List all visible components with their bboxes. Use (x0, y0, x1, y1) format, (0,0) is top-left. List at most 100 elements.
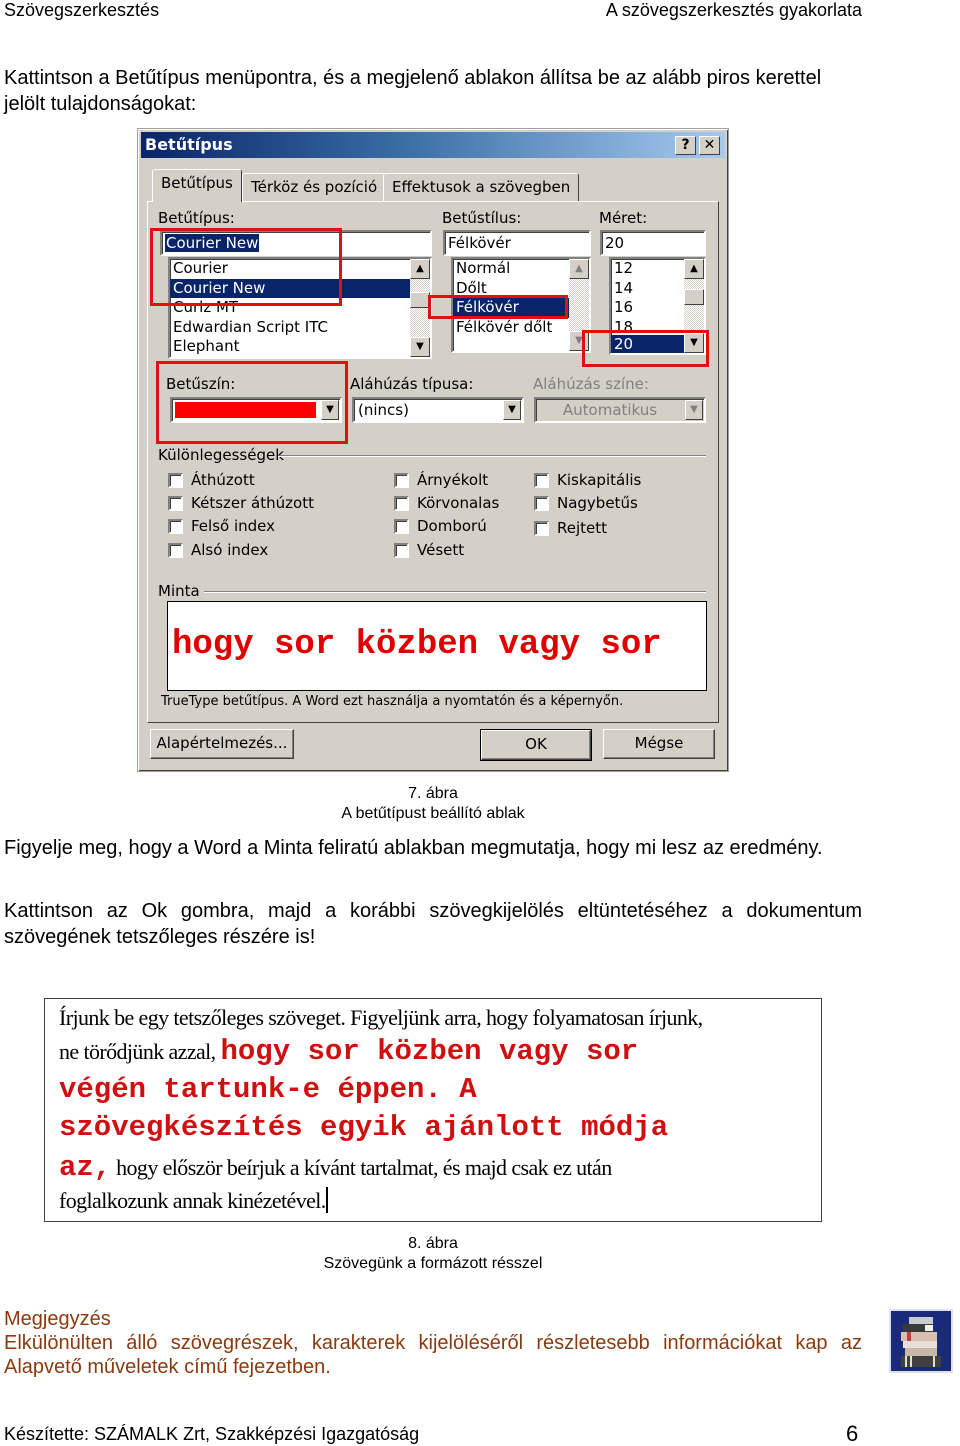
font-option[interactable]: Edwardian Script ITC (170, 318, 430, 338)
scroll-up-icon[interactable]: ▲ (569, 259, 589, 279)
checkbox-box[interactable] (534, 495, 549, 511)
checkbox-box[interactable] (168, 542, 183, 558)
preview-label: Minta (158, 582, 200, 600)
paragraph-preview: Figyelje meg, hogy a Word a Minta felira… (4, 837, 823, 859)
help-button[interactable]: ? (675, 136, 696, 155)
preview-text: hogy sor közben vagy sor (172, 626, 662, 664)
ok-button[interactable]: OK (480, 729, 592, 761)
checkbox-hidden[interactable]: Rejtett (534, 519, 607, 537)
underline-color-value: Automatikus (562, 401, 658, 419)
scroll-up-icon[interactable]: ▲ (684, 259, 704, 279)
underline-type-value: (nincs) (358, 401, 409, 419)
figure8-number: 8. ábra (408, 1235, 458, 1252)
checkbox-box[interactable] (534, 520, 549, 536)
checkbox-box[interactable] (394, 495, 409, 511)
font-input[interactable]: Courier New (160, 230, 432, 256)
dialog-titlebar: Betűtípus ? ✕ (141, 132, 725, 158)
underline-type-label: Aláhúzás típusa: (350, 375, 474, 393)
formatted-text: végén tartunk-e éppen. A (59, 1073, 477, 1106)
style-label: Betűstílus: (442, 209, 522, 227)
font-scrollbar[interactable]: ▲ ▼ (410, 259, 430, 357)
preview-note: TrueType betűtípus. A Word ezt használja… (161, 694, 624, 709)
note-title: Megjegyzés (4, 1308, 111, 1330)
footer-author: Készítette: SZÁMALK Zrt, Szakképzési Iga… (4, 1424, 420, 1444)
books-icon (889, 1309, 953, 1373)
checkbox-superscript[interactable]: Felső index (168, 517, 275, 535)
scroll-down-icon[interactable]: ▼ (410, 337, 430, 357)
chevron-down-icon[interactable]: ▼ (503, 400, 521, 420)
checkbox-double-strikethrough[interactable]: Kétszer áthúzott (168, 494, 314, 512)
header-section: A szövegszerkesztés gyakorlata (605, 0, 862, 20)
checkbox-box[interactable] (394, 542, 409, 558)
document-sample: Írjunk be egy tetszőleges szöveget. Figy… (44, 998, 822, 1222)
close-icon: ✕ (703, 137, 716, 153)
checkbox-outline[interactable]: Körvonalas (394, 494, 499, 512)
underline-type-select[interactable]: (nincs) ▼ (352, 397, 524, 423)
color-swatch (175, 402, 316, 418)
scroll-down-icon[interactable]: ▼ (569, 331, 589, 351)
doc-line: ne törődjünk azzal, hogy sor közben vagy… (59, 1035, 639, 1068)
cancel-button[interactable]: Mégse (603, 729, 715, 759)
checkbox-box[interactable] (394, 518, 409, 534)
checkbox-box[interactable] (394, 472, 409, 488)
checkbox-box[interactable] (534, 472, 549, 488)
size-input[interactable]: 20 (600, 230, 706, 256)
font-option[interactable]: Curlz MT (170, 298, 430, 318)
underline-color-select: Automatikus ▼ (534, 397, 706, 423)
close-button[interactable]: ✕ (699, 136, 720, 155)
size-scrollbar[interactable]: ▲ ▼ (684, 259, 704, 353)
chevron-down-icon[interactable]: ▼ (321, 400, 339, 420)
doc-line: az, hogy először beírjuk a kívánt tartal… (59, 1151, 612, 1184)
checkbox-emboss[interactable]: Domború (394, 517, 487, 535)
underline-color-label: Aláhúzás színe: (533, 375, 649, 393)
scroll-thumb[interactable] (684, 289, 704, 305)
checkbox-strikethrough[interactable]: Áthúzott (168, 471, 255, 489)
formatted-text: hogy sor közben vagy sor (220, 1035, 639, 1068)
group-divider (204, 591, 706, 593)
dialog-title: Betűtípus (145, 135, 233, 154)
scroll-thumb[interactable] (410, 292, 430, 308)
style-option-selected[interactable]: Félkövér (453, 298, 569, 318)
font-option-selected[interactable]: Courier New (170, 278, 430, 298)
font-option[interactable]: Elephant (170, 337, 430, 357)
style-input[interactable]: Félkövér (443, 230, 591, 256)
checkbox-engrave[interactable]: Vésett (394, 541, 464, 559)
effects-group-label: Különlegességek (158, 446, 284, 464)
size-list[interactable]: 12 14 16 18 20 ▲ ▼ (609, 257, 706, 355)
scroll-down-icon[interactable]: ▼ (684, 333, 704, 353)
paragraph-ok: Kattintson az Ok gombra, majd a korábbi … (4, 900, 862, 948)
checkbox-box[interactable] (168, 495, 183, 511)
preview-box: hogy sor közben vagy sor (167, 601, 707, 691)
tab-font[interactable]: Betűtípus (152, 169, 242, 202)
checkbox-small-caps[interactable]: Kiskapitális (534, 471, 641, 489)
style-list[interactable]: Normál Dőlt Félkövér Félkövér dőlt ▲ ▼ (451, 257, 591, 353)
page-number: 6 (846, 1421, 859, 1446)
tab-effects[interactable]: Effektusok a szövegben (383, 173, 580, 201)
header-chapter: Szövegszerkesztés (4, 0, 160, 20)
intro-paragraph: Kattintson a Betűtípus menüpontra, és a … (4, 67, 822, 115)
tab-spacing[interactable]: Térköz és pozíció (242, 173, 387, 201)
style-scrollbar[interactable]: ▲ ▼ (569, 259, 589, 351)
scroll-up-icon[interactable]: ▲ (410, 259, 430, 279)
font-option[interactable]: Courier (170, 259, 430, 279)
font-color-label: Betűszín: (166, 375, 236, 393)
checkbox-shadow[interactable]: Árnyékolt (394, 471, 488, 489)
checkbox-box[interactable] (168, 472, 183, 488)
figure7-number: 7. ábra (408, 785, 458, 802)
doc-line: Írjunk be egy tetszőleges szöveget. Figy… (59, 1005, 703, 1030)
checkbox-box[interactable] (168, 518, 183, 534)
font-list[interactable]: Courier Courier New Curlz MT Edwardian S… (168, 257, 432, 359)
font-color-select[interactable]: ▼ (170, 397, 342, 423)
checkbox-subscript[interactable]: Alsó index (168, 541, 268, 559)
note-text: Elkülönülten álló szövegrészek, karakter… (4, 1332, 862, 1378)
doc-line: foglalkozunk annak kinézetével. (59, 1187, 328, 1213)
size-option-selected[interactable]: 20 (611, 334, 684, 353)
font-dialog: Betűtípus ? ✕ Betűtípus Térköz és pozíci… (137, 128, 729, 772)
size-label: Méret: (599, 209, 648, 227)
chevron-down-icon: ▼ (685, 400, 703, 420)
font-label: Betűtípus: (158, 209, 235, 227)
group-divider (278, 455, 706, 457)
figure8-caption: Szövegünk a formázott résszel (323, 1255, 543, 1272)
default-button[interactable]: Alapértelmezés... (150, 729, 294, 759)
checkbox-all-caps[interactable]: Nagybetűs (534, 494, 638, 512)
